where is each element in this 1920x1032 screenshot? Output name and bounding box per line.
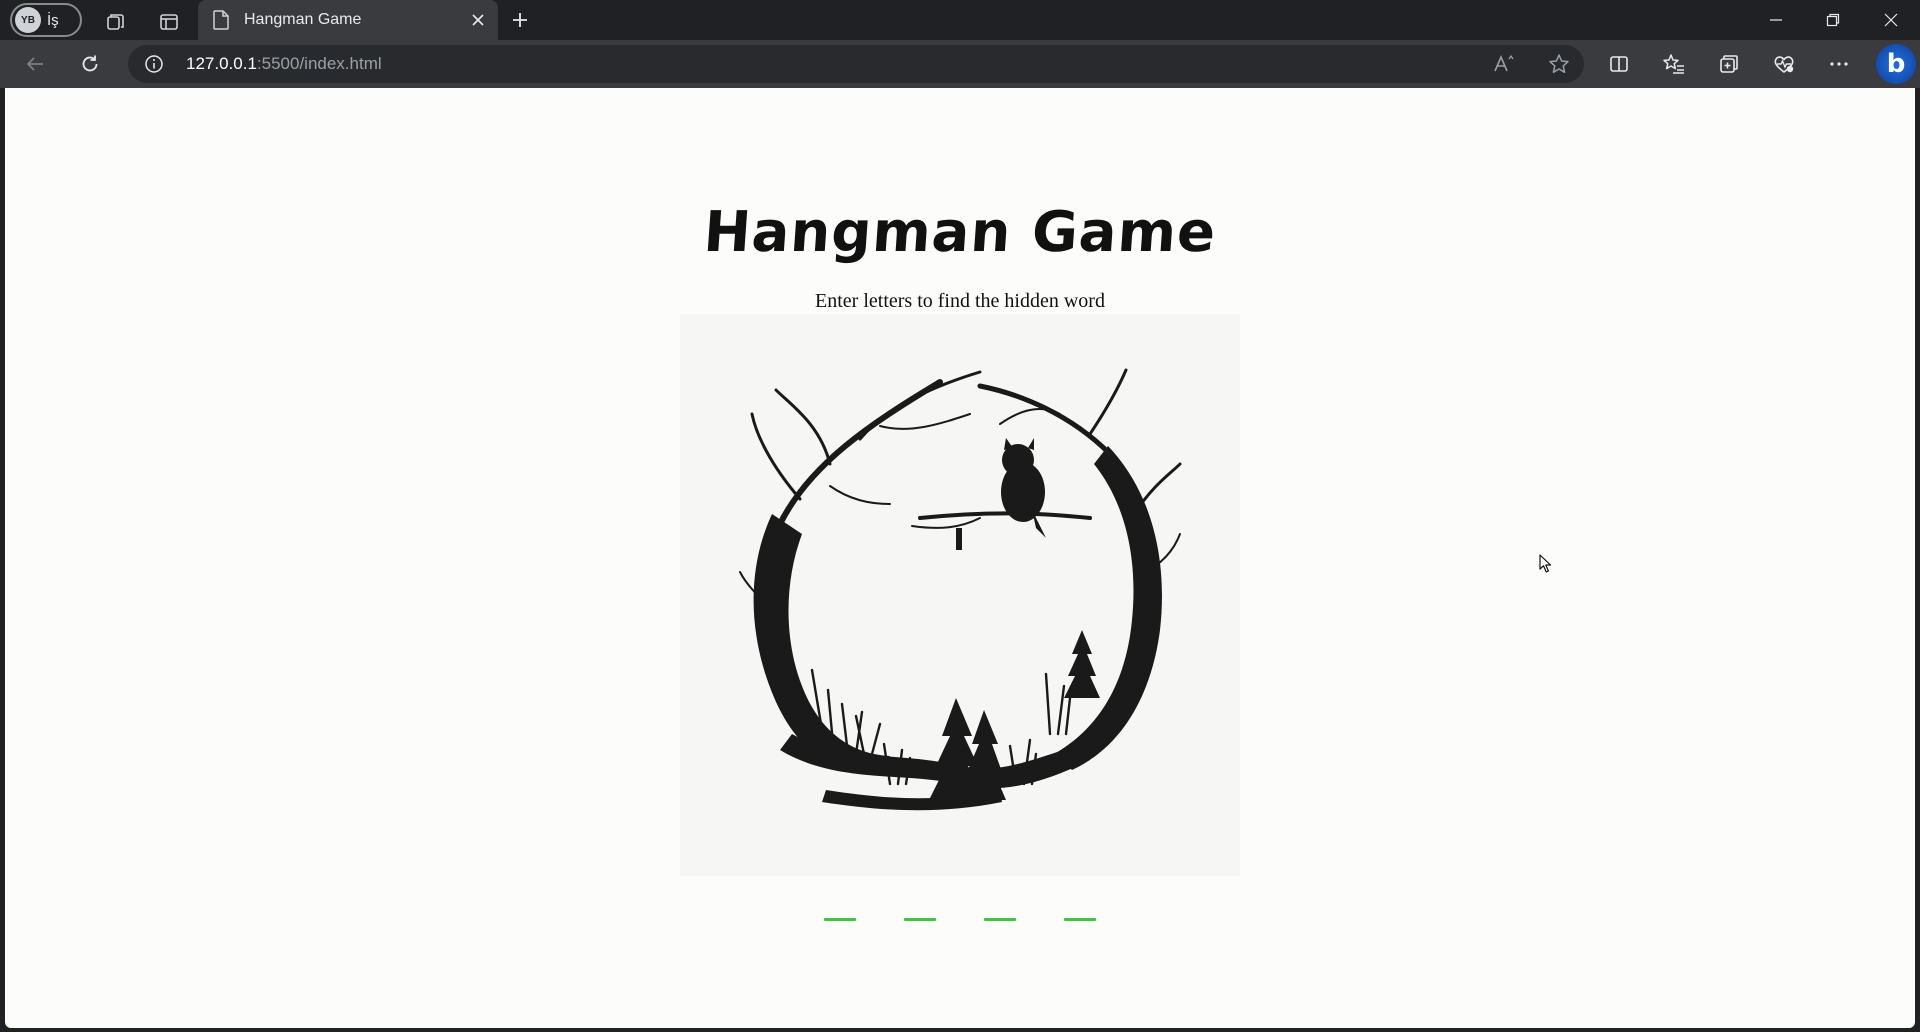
- profile-label: İş: [47, 11, 59, 29]
- refresh-icon[interactable]: [73, 48, 107, 80]
- vertical-tabs-icon[interactable]: [155, 8, 183, 36]
- read-aloud-icon[interactable]: [1492, 52, 1518, 76]
- workspaces-icon[interactable]: [102, 8, 130, 36]
- address-bar[interactable]: 127.0.0.1:5500/index.html: [128, 45, 1584, 83]
- url-host: 127.0.0.1: [186, 54, 257, 73]
- browser-titlebar: YB İş Hangman Game: [0, 0, 1920, 44]
- url-path: :5500/index.html: [256, 54, 382, 73]
- letter-slot: [904, 918, 936, 921]
- info-icon[interactable]: [144, 54, 164, 79]
- hangman-forest-illustration: [680, 314, 1240, 876]
- minimize-icon[interactable]: [1756, 6, 1796, 34]
- tab-title: Hangman Game: [244, 11, 362, 28]
- new-tab-icon[interactable]: [506, 6, 534, 34]
- letter-slot: [984, 918, 1016, 921]
- profile-avatar: YB: [15, 7, 41, 33]
- window-close-icon[interactable]: [1871, 6, 1911, 34]
- profile-button[interactable]: YB İş: [10, 3, 82, 37]
- close-icon[interactable]: [468, 10, 488, 30]
- owl-shape: [1001, 438, 1046, 538]
- split-screen-icon[interactable]: [1602, 48, 1636, 80]
- letter-slot: [1064, 918, 1096, 921]
- letter-slot: [824, 918, 856, 921]
- back-icon[interactable]: [18, 48, 52, 80]
- browser-toolbar: 127.0.0.1:5500/index.html b: [0, 40, 1920, 88]
- page-viewport: Hangman Game Enter letters to find the h…: [5, 88, 1915, 1028]
- page-subtitle: Enter letters to find the hidden word: [815, 290, 1105, 312]
- page-icon: [212, 10, 230, 35]
- address-url: 127.0.0.1:5500/index.html: [186, 54, 382, 74]
- mouse-pointer-icon: [1539, 554, 1553, 579]
- copilot-icon[interactable]: b: [1876, 44, 1916, 84]
- favorites-icon[interactable]: [1657, 48, 1691, 80]
- browser-essentials-icon[interactable]: [1767, 48, 1801, 80]
- page-title: Hangman Game: [701, 200, 1219, 265]
- collections-icon[interactable]: [1712, 48, 1746, 80]
- tab-hangman-game[interactable]: Hangman Game: [198, 0, 498, 40]
- favorite-star-icon[interactable]: [1546, 52, 1572, 76]
- restore-icon[interactable]: [1813, 6, 1853, 34]
- more-icon[interactable]: [1822, 48, 1856, 80]
- word-slots: [5, 918, 1915, 921]
